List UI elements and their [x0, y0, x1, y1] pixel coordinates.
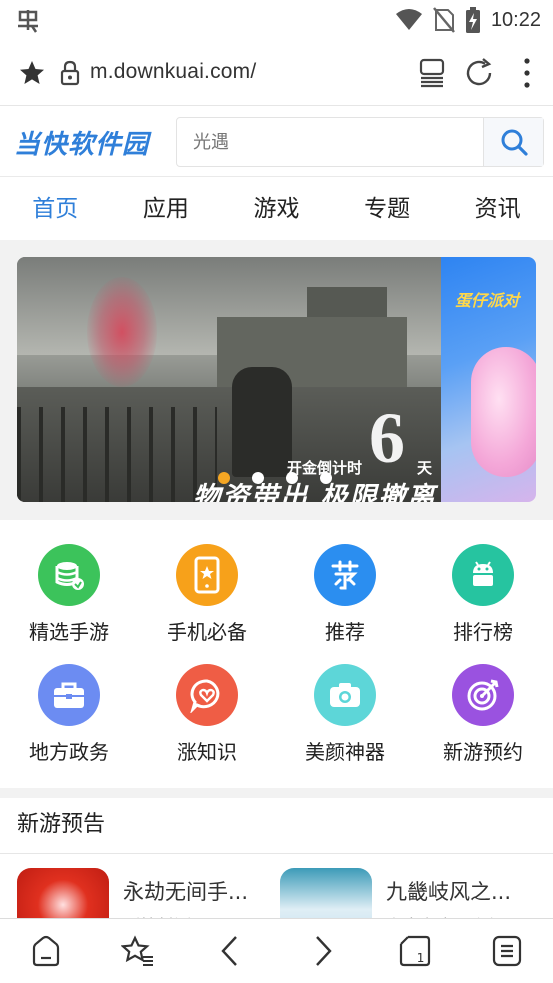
banner-railing: [17, 407, 217, 502]
bookmarks-icon: [121, 935, 154, 966]
search-box[interactable]: [176, 117, 544, 167]
shortcut-label: 地方政务: [29, 740, 109, 764]
shortcut-label: 涨知识: [177, 740, 237, 764]
shortcut-beauty-camera[interactable]: 美颜神器: [276, 664, 414, 774]
shortcut-rankings[interactable]: 排行榜: [414, 544, 552, 654]
site-logo[interactable]: 当快软件园: [14, 124, 149, 161]
site-header: 当快软件园: [0, 107, 553, 177]
banner-bunny: [471, 347, 536, 477]
tabs-icon[interactable]: [417, 57, 447, 89]
nav-topics[interactable]: 专题: [332, 178, 443, 240]
section-title-new-games: 新游预告: [17, 812, 106, 837]
back-icon: [221, 936, 238, 966]
shortcut-label: 推荐: [325, 620, 365, 644]
shortcut-featured-games[interactable]: 精选手游: [0, 544, 138, 654]
shortcut-grid: 精选手游 手机必备 推荐 排行榜 地方政务 涨知识 美颜神器 新游预约: [0, 520, 553, 788]
coins-icon: [38, 544, 100, 606]
shortcut-label: 美颜神器: [305, 740, 385, 764]
tab-switcher-icon: [399, 935, 430, 967]
search-input[interactable]: [177, 118, 483, 166]
reload-icon[interactable]: [463, 57, 495, 89]
section-divider: [0, 853, 553, 854]
back-button[interactable]: [184, 919, 276, 983]
banner-next-title: 蛋仔派对: [455, 291, 520, 310]
home-button[interactable]: [0, 919, 92, 983]
banner-pagination: [218, 472, 332, 484]
banner-countdown-number: 6: [369, 398, 405, 478]
no-sim-icon: [432, 7, 455, 33]
url-field[interactable]: m.downkuai.com/: [90, 60, 256, 84]
shortcut-label: 手机必备: [167, 620, 247, 644]
tab-count: 1: [416, 951, 425, 965]
shortcut-recommend[interactable]: 推荐: [276, 544, 414, 654]
menu-button[interactable]: [461, 919, 553, 983]
overflow-menu-icon[interactable]: [515, 56, 539, 90]
banner-soldier: [232, 367, 292, 477]
shortcut-phone-essentials[interactable]: 手机必备: [138, 544, 276, 654]
status-bar: 10:22: [0, 0, 553, 40]
briefcase-icon: [38, 664, 100, 726]
target-icon: [452, 664, 514, 726]
bookmarks-button[interactable]: [92, 919, 184, 983]
banner-dot[interactable]: [320, 472, 332, 484]
shortcut-label: 新游预约: [443, 740, 523, 764]
shortcut-game-reservation[interactable]: 新游预约: [414, 664, 552, 774]
chat-heart-icon: [176, 664, 238, 726]
search-button[interactable]: [483, 118, 543, 166]
lock-icon[interactable]: [59, 60, 81, 86]
banner-dot[interactable]: [286, 472, 298, 484]
battery-charging-icon: [465, 7, 480, 33]
notification-bug-icon: [18, 10, 38, 33]
tab-switcher-button[interactable]: 1: [369, 919, 461, 983]
nav-apps[interactable]: 应用: [111, 178, 222, 240]
shortcut-knowledge[interactable]: 涨知识: [138, 664, 276, 774]
home-icon: [32, 935, 60, 967]
wifi-icon: [395, 9, 422, 30]
banner-dot[interactable]: [218, 472, 230, 484]
game-name: 永劫无间手...: [123, 880, 249, 904]
nav-games[interactable]: 游戏: [221, 178, 332, 240]
shortcut-local-gov[interactable]: 地方政务: [0, 664, 138, 774]
bookmark-star-icon[interactable]: [18, 59, 46, 87]
banner-dot[interactable]: [252, 472, 264, 484]
banner-main-slide[interactable]: 6 开金倒计时 天 物资带出 极限撤离: [17, 257, 441, 502]
search-icon: [501, 129, 528, 156]
forward-icon: [315, 936, 332, 966]
android-icon: [452, 544, 514, 606]
phone-star-icon: [176, 544, 238, 606]
banner-red-smoke: [87, 277, 157, 387]
menu-list-icon: [492, 935, 522, 967]
main-nav: 首页 应用 游戏 专题 资讯: [0, 178, 553, 240]
game-name: 九畿岐风之...: [386, 880, 512, 904]
status-time: 10:22: [490, 8, 541, 31]
nav-home[interactable]: 首页: [0, 178, 111, 240]
browser-address-bar: m.downkuai.com/: [0, 40, 553, 106]
shortcut-label: 排行榜: [453, 620, 513, 644]
camera-icon: [314, 664, 376, 726]
shortcut-label: 精选手游: [29, 620, 109, 644]
nav-news[interactable]: 资讯: [442, 178, 553, 240]
browser-bottom-toolbar: 1: [0, 918, 553, 983]
section-separator: [0, 788, 553, 798]
recommend-icon: [314, 544, 376, 606]
banner-next-slide[interactable]: 蛋仔派对: [441, 257, 536, 502]
forward-button[interactable]: [277, 919, 369, 983]
